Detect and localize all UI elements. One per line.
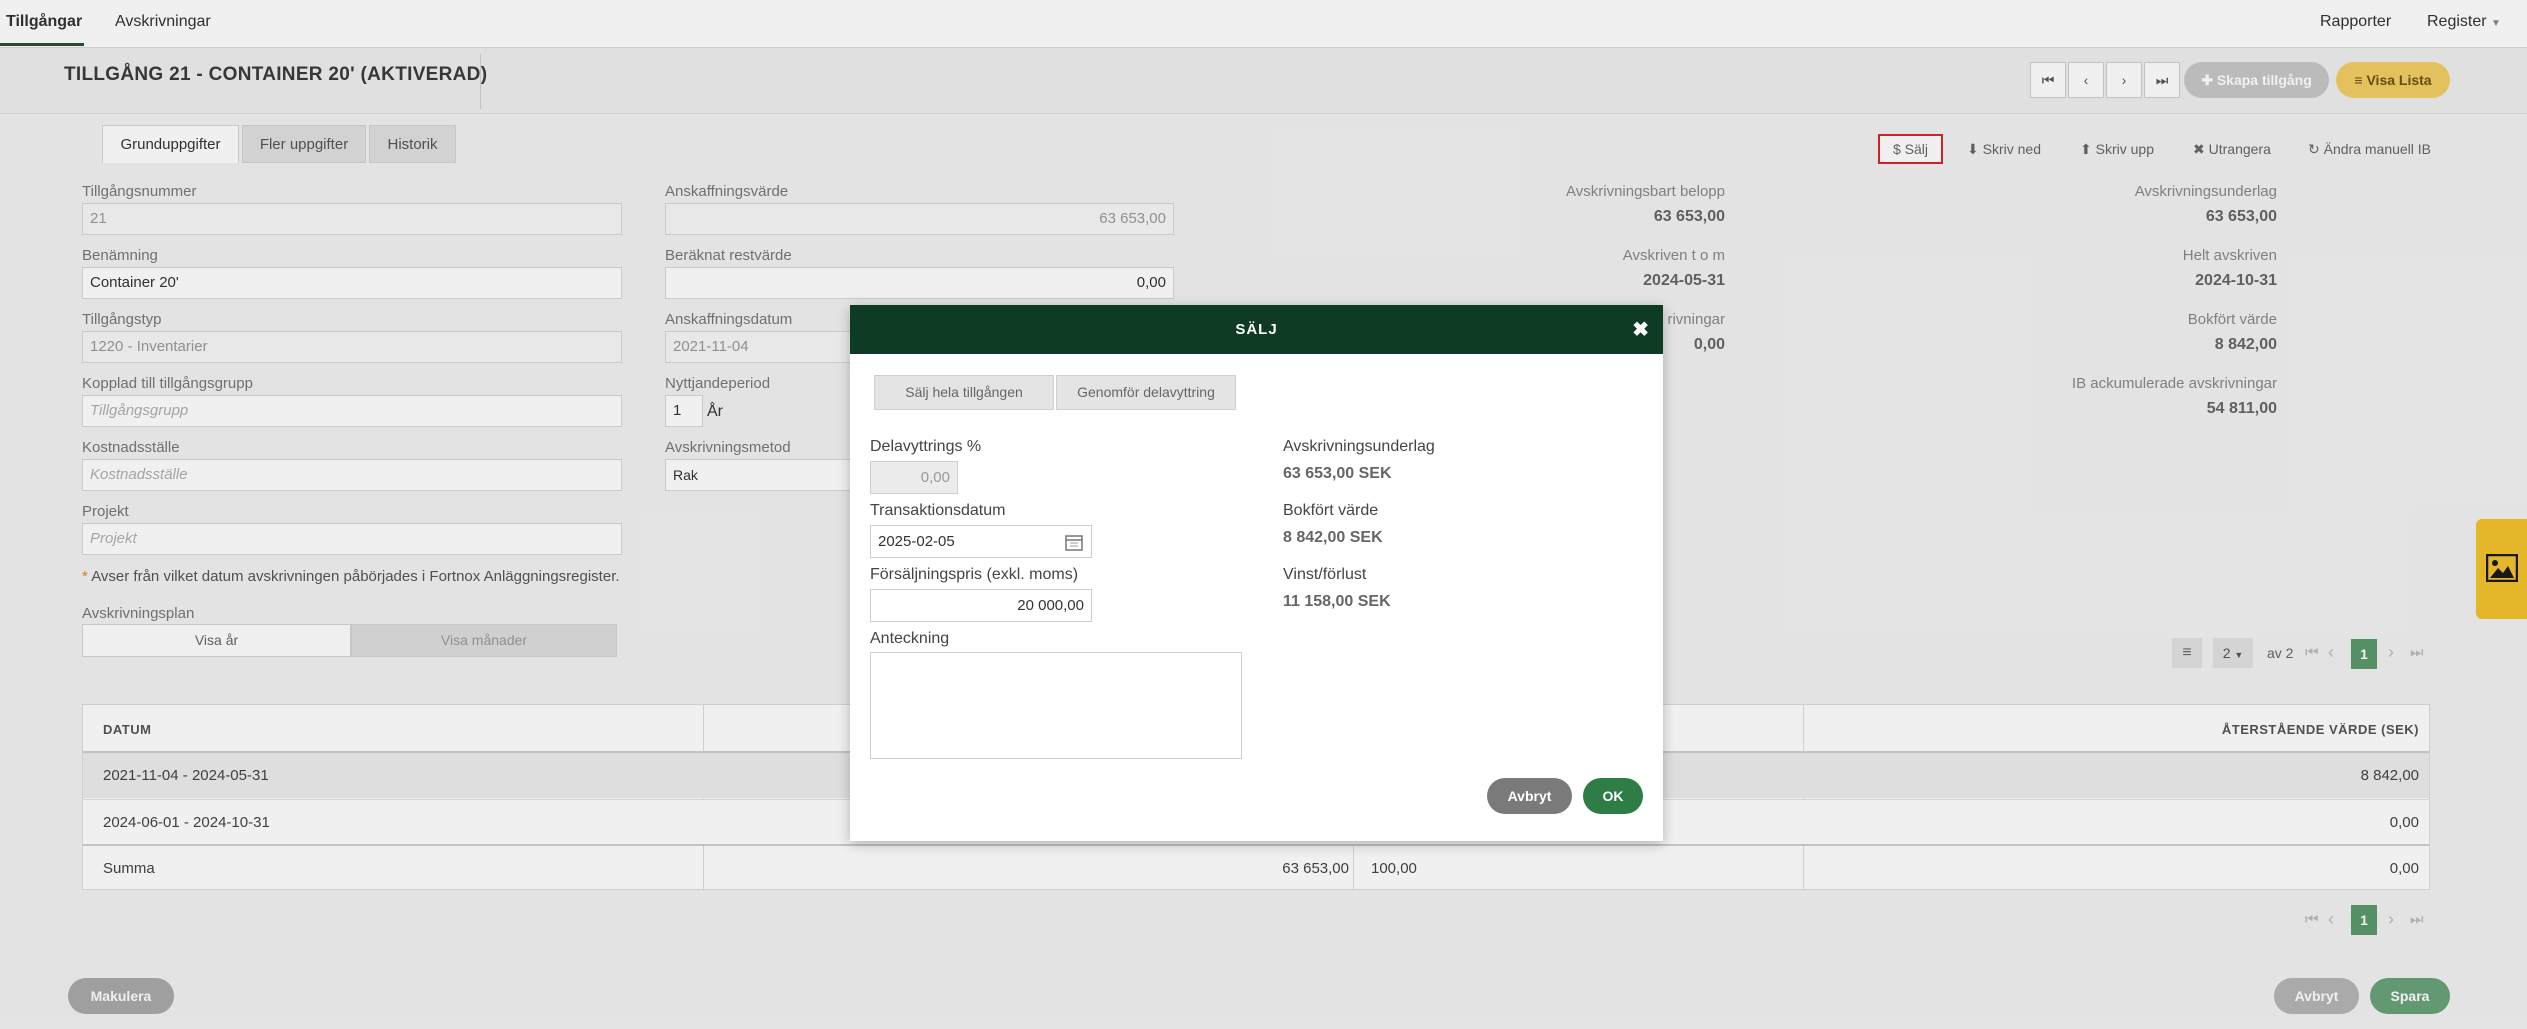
transaction-date-field[interactable]: 2025-02-05 bbox=[870, 525, 1092, 558]
partial-percent-field[interactable]: 0,00 bbox=[870, 461, 958, 494]
tab-sell-full[interactable]: Sälj hela tillgången bbox=[874, 375, 1054, 410]
close-icon[interactable]: ✖ bbox=[1632, 317, 1649, 342]
depreciation-base-value: 63 653,00 SEK bbox=[1283, 465, 1392, 482]
transaction-date-value: 2025-02-05 bbox=[878, 533, 955, 550]
partial-percent-label: Delavyttrings % bbox=[870, 438, 982, 455]
sale-price-label: Försäljningspris (exkl. moms) bbox=[870, 566, 1079, 583]
book-value-label: Bokfört värde bbox=[1283, 502, 1379, 519]
depreciation-base-label: Avskrivningsunderlag bbox=[1283, 438, 1435, 455]
dialog-ok-button[interactable]: OK bbox=[1583, 778, 1643, 814]
gain-loss-value: 11 158,00 SEK bbox=[1283, 593, 1391, 610]
sale-price-field[interactable]: 20 000,00 bbox=[870, 589, 1092, 622]
transaction-date-label: Transaktionsdatum bbox=[870, 502, 1006, 519]
book-value-value: 8 842,00 SEK bbox=[1283, 529, 1383, 546]
tab-partial-divestment[interactable]: Genomför delavyttring bbox=[1056, 375, 1236, 410]
note-label: Anteckning bbox=[870, 630, 950, 647]
gain-loss-label: Vinst/förlust bbox=[1283, 566, 1367, 583]
dialog-title: SÄLJ bbox=[1235, 321, 1278, 338]
note-textarea[interactable] bbox=[870, 652, 1242, 759]
dialog-cancel-button[interactable]: Avbryt bbox=[1487, 778, 1572, 814]
calendar-icon[interactable] bbox=[1065, 534, 1083, 551]
sell-dialog: SÄLJ ✖ Sälj hela tillgången Genomför del… bbox=[850, 305, 1663, 841]
